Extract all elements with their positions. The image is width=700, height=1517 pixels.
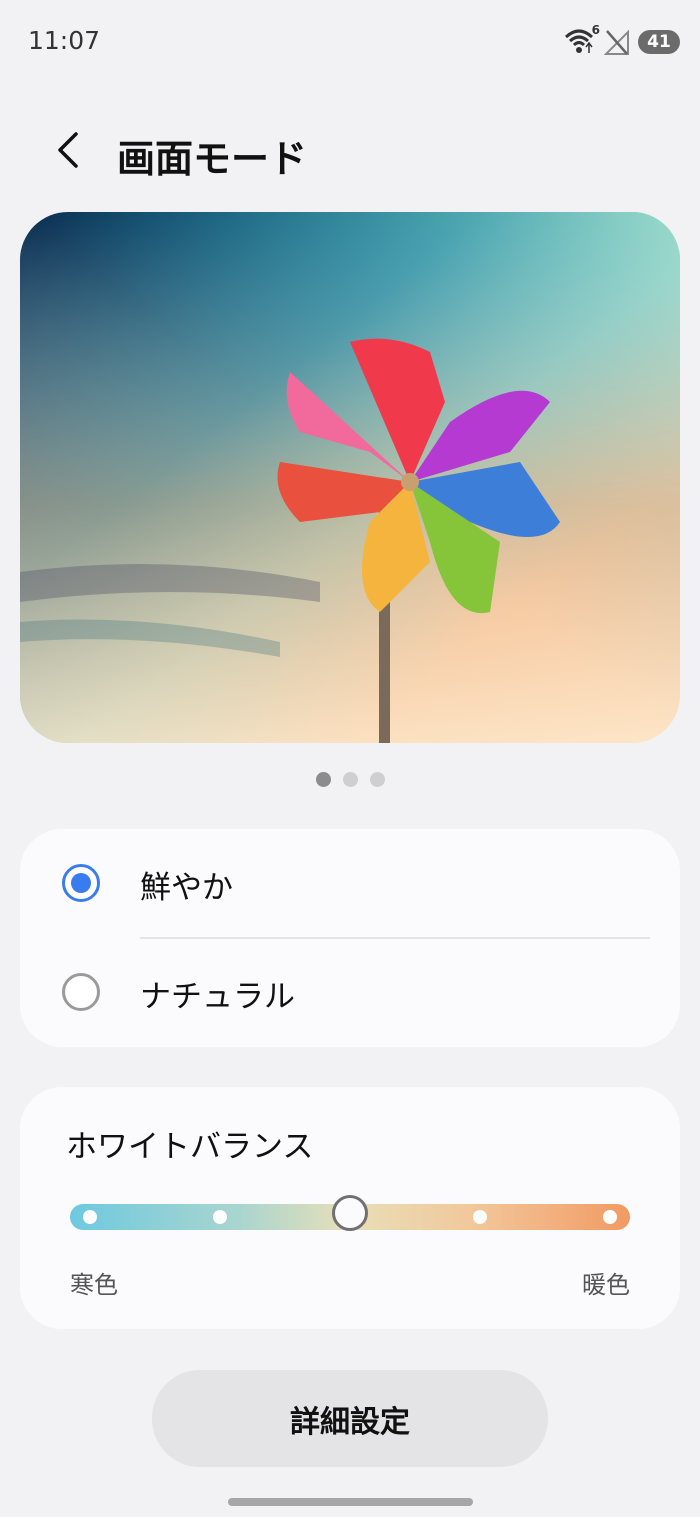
- radio-vivid[interactable]: [62, 864, 100, 902]
- preview-image[interactable]: [20, 212, 680, 743]
- chevron-left-icon[interactable]: [50, 130, 86, 170]
- white-balance-thumb[interactable]: [332, 1195, 368, 1231]
- advanced-settings-button[interactable]: 詳細設定: [152, 1370, 548, 1467]
- white-balance-card: ホワイトバランス 寒色 暖色: [20, 1087, 680, 1329]
- white-balance-title: ホワイトバランス: [66, 1129, 314, 1165]
- pager-dot-1[interactable]: [315, 772, 331, 787]
- pager-dot-2[interactable]: [342, 772, 358, 787]
- page-title: 画面モード: [117, 137, 308, 181]
- wifi-icon: 6: [564, 23, 600, 57]
- status-time: 11:07: [28, 26, 101, 55]
- warm-label: 暖色: [582, 1271, 630, 1299]
- no-signal-icon: [603, 28, 630, 56]
- white-balance-step: [603, 1210, 617, 1224]
- screen-mode-card: 鮮やか ナチュラル: [20, 829, 680, 1047]
- white-balance-step: [473, 1210, 487, 1224]
- pager-dot-3[interactable]: [369, 772, 385, 787]
- mode-option-vivid[interactable]: 鮮やか: [20, 829, 680, 939]
- mode-option-natural[interactable]: ナチュラル: [20, 938, 680, 1047]
- status-icons: 6 41: [564, 23, 680, 58]
- status-bar: 11:07 6 41: [0, 0, 700, 84]
- cool-label: 寒色: [70, 1271, 118, 1299]
- white-balance-step: [83, 1210, 97, 1224]
- radio-natural[interactable]: [62, 973, 100, 1011]
- pager-dots: [0, 772, 700, 792]
- wifi-badge: 6: [591, 23, 600, 37]
- mode-label-natural: ナチュラル: [140, 979, 295, 1015]
- white-balance-slider[interactable]: [70, 1195, 630, 1231]
- home-indicator[interactable]: [228, 1498, 473, 1506]
- mode-label-vivid: 鮮やか: [140, 870, 233, 906]
- white-balance-step: [213, 1210, 227, 1224]
- app-header: 画面モード: [0, 110, 700, 194]
- battery-badge: 41: [638, 30, 680, 54]
